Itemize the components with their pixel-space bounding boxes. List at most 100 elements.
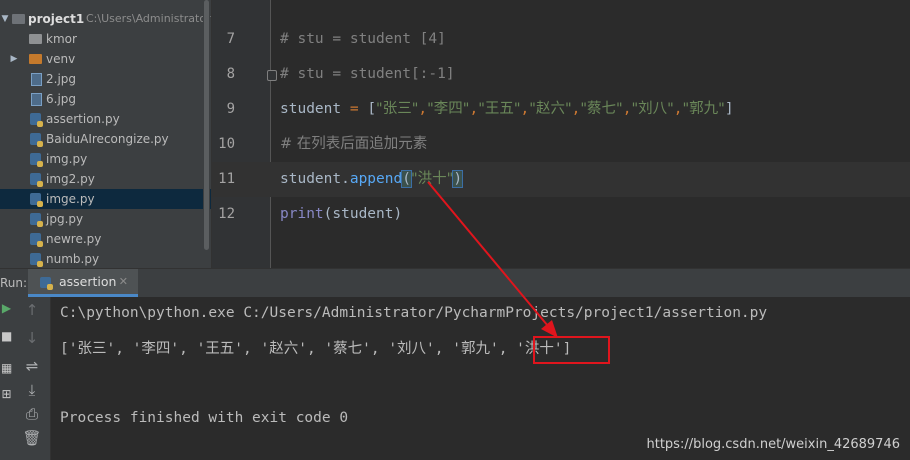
code-line[interactable]: 9 student = ["张三","李四","王五","赵六","蔡七","刘… bbox=[212, 92, 910, 127]
python-file-icon bbox=[30, 233, 43, 247]
code-variable: student bbox=[280, 101, 342, 117]
paren-highlight: ) bbox=[452, 170, 464, 188]
console-output[interactable]: C:\python\python.exe C:/Users/Administra… bbox=[51, 297, 910, 460]
tree-item[interactable]: BaiduAIrecongize.py bbox=[0, 129, 211, 149]
code-comment: # stu = student [4] bbox=[280, 31, 446, 47]
tree-item-label: assertion.py bbox=[46, 112, 120, 126]
tree-item[interactable]: img2.py bbox=[0, 169, 211, 189]
code-string: "蔡七" bbox=[580, 101, 623, 117]
project-path: C:\Users\Administrator bbox=[86, 12, 211, 25]
code-string: "郭九" bbox=[682, 101, 725, 117]
tree-item-label: jpg.py bbox=[46, 212, 84, 226]
project-tree: ▼ project1 C:\Users\Administrator kmor ▶… bbox=[0, 0, 212, 268]
code-string: "王五" bbox=[478, 101, 521, 117]
tree-item[interactable]: 6.jpg bbox=[0, 89, 211, 109]
project-name: project1 bbox=[28, 12, 85, 26]
tree-item[interactable]: img.py bbox=[0, 149, 211, 169]
line-number: 7 bbox=[226, 31, 235, 47]
tree-item-label: numb.py bbox=[46, 252, 100, 266]
code-comment: # stu = student[:-1] bbox=[280, 66, 455, 82]
tree-item[interactable]: 2.jpg bbox=[0, 69, 211, 89]
python-file-icon bbox=[30, 173, 43, 187]
tree-item-label: BaiduAIrecongize.py bbox=[46, 132, 169, 146]
code-comment: # 在列表后面追加元素 bbox=[280, 136, 428, 152]
tree-item[interactable]: jpg.py bbox=[0, 209, 211, 229]
fold-icon[interactable] bbox=[267, 70, 277, 81]
layout-icon[interactable]: ▦ bbox=[1, 361, 12, 375]
code-line[interactable]: 8 # stu = student[:-1] bbox=[212, 57, 910, 92]
line-number: 9 bbox=[226, 101, 235, 117]
tree-item[interactable]: numb.py bbox=[0, 249, 211, 268]
watermark: https://blog.csdn.net/weixin_42689746 bbox=[646, 437, 900, 452]
paren-highlight: ( bbox=[401, 170, 412, 188]
code-string: "赵六" bbox=[529, 101, 572, 117]
image-file-icon bbox=[31, 73, 42, 86]
run-toolbar: ↑ ↓ ⇌ ⤓ ⎙ 🗑 bbox=[14, 297, 51, 460]
tree-item-label: newre.py bbox=[46, 232, 102, 246]
tree-item-label: imge.py bbox=[46, 192, 95, 206]
python-file-icon bbox=[40, 277, 53, 290]
tree-item-label: img2.py bbox=[46, 172, 95, 186]
tree-item-label: venv bbox=[46, 52, 76, 66]
run-side-toolbar: ▶ ■ ▦ ⊞ bbox=[0, 297, 14, 460]
tree-item-label: img.py bbox=[46, 152, 88, 166]
code-line[interactable]: 10 # 在列表后面追加元素 bbox=[212, 127, 910, 162]
line-number: 12 bbox=[218, 206, 235, 222]
python-file-icon bbox=[30, 193, 43, 207]
python-file-icon bbox=[30, 153, 43, 167]
tree-item-selected[interactable]: imge.py bbox=[0, 189, 211, 209]
code-editor[interactable]: 7 # stu = student [4] 8 # stu = student[… bbox=[212, 0, 910, 268]
scroll-to-end-icon[interactable]: ⤓ bbox=[14, 381, 50, 399]
close-icon[interactable]: ✕ bbox=[119, 269, 128, 295]
code-call: print(student) bbox=[280, 206, 403, 222]
code-string: "洪十" bbox=[410, 171, 454, 187]
pin-icon[interactable]: ⊞ bbox=[1, 387, 12, 401]
scrollbar-thumb[interactable] bbox=[204, 0, 209, 250]
folder-icon bbox=[29, 54, 42, 64]
tree-item[interactable]: kmor bbox=[0, 29, 211, 49]
code-argument: student bbox=[332, 206, 394, 222]
stop-icon[interactable]: ■ bbox=[1, 329, 12, 343]
line-number: 8 bbox=[226, 66, 235, 82]
tree-item-label: kmor bbox=[46, 32, 77, 46]
chevron-down-icon[interactable]: ▼ bbox=[0, 9, 10, 29]
run-label: Run: bbox=[0, 276, 28, 290]
image-file-icon bbox=[31, 93, 42, 106]
soft-wrap-icon[interactable]: ⇌ bbox=[14, 357, 50, 375]
code-operator: = bbox=[341, 101, 368, 117]
arrow-up-icon[interactable]: ↑ bbox=[14, 301, 50, 319]
python-file-icon bbox=[30, 253, 43, 267]
tree-item[interactable]: ▶ venv bbox=[0, 49, 211, 69]
tree-item[interactable]: assertion.py bbox=[0, 109, 211, 129]
line-number: 11 bbox=[218, 171, 235, 187]
console-exit: Process finished with exit code 0 bbox=[60, 410, 349, 426]
run-tab-assertion[interactable]: assertion ✕ bbox=[28, 269, 138, 297]
rerun-icon[interactable]: ▶ bbox=[1, 301, 12, 315]
python-file-icon bbox=[30, 113, 43, 127]
print-icon[interactable]: ⎙ bbox=[14, 405, 50, 423]
code-string: "张三" bbox=[376, 101, 419, 117]
console-command: C:\python\python.exe C:/Users/Administra… bbox=[60, 305, 768, 321]
python-file-icon bbox=[30, 133, 43, 147]
code-call: student.append("洪十") bbox=[280, 170, 464, 188]
arrow-down-icon[interactable]: ↓ bbox=[14, 329, 50, 347]
tree-root-project1[interactable]: ▼ project1 C:\Users\Administrator bbox=[0, 9, 211, 29]
tree-item[interactable]: newre.py bbox=[0, 229, 211, 249]
line-number: 10 bbox=[218, 136, 235, 152]
code-method: append bbox=[349, 171, 403, 187]
code-line[interactable]: 7 # stu = student [4] bbox=[212, 22, 910, 57]
console-result: ['张三', '李四', '王五', '赵六', '蔡七', '刘八', '郭九… bbox=[60, 341, 572, 357]
code-line[interactable]: 12 print(student) bbox=[212, 197, 910, 232]
folder-icon bbox=[29, 34, 42, 44]
code-object: student bbox=[280, 171, 342, 187]
tree-item-label: 6.jpg bbox=[46, 92, 77, 106]
tree-item-label: 2.jpg bbox=[46, 72, 77, 86]
tree-scrollbar[interactable] bbox=[203, 0, 210, 268]
run-panel-header: Run: assertion ✕ bbox=[0, 268, 910, 298]
code-line-current[interactable]: 11 student.append("洪十") bbox=[212, 162, 910, 197]
trash-icon[interactable]: 🗑 bbox=[14, 429, 50, 447]
chevron-right-icon[interactable]: ▶ bbox=[9, 49, 19, 69]
annotation-red-box bbox=[533, 336, 610, 364]
code-builtin: print bbox=[280, 206, 324, 222]
code-string: "李四" bbox=[427, 101, 470, 117]
